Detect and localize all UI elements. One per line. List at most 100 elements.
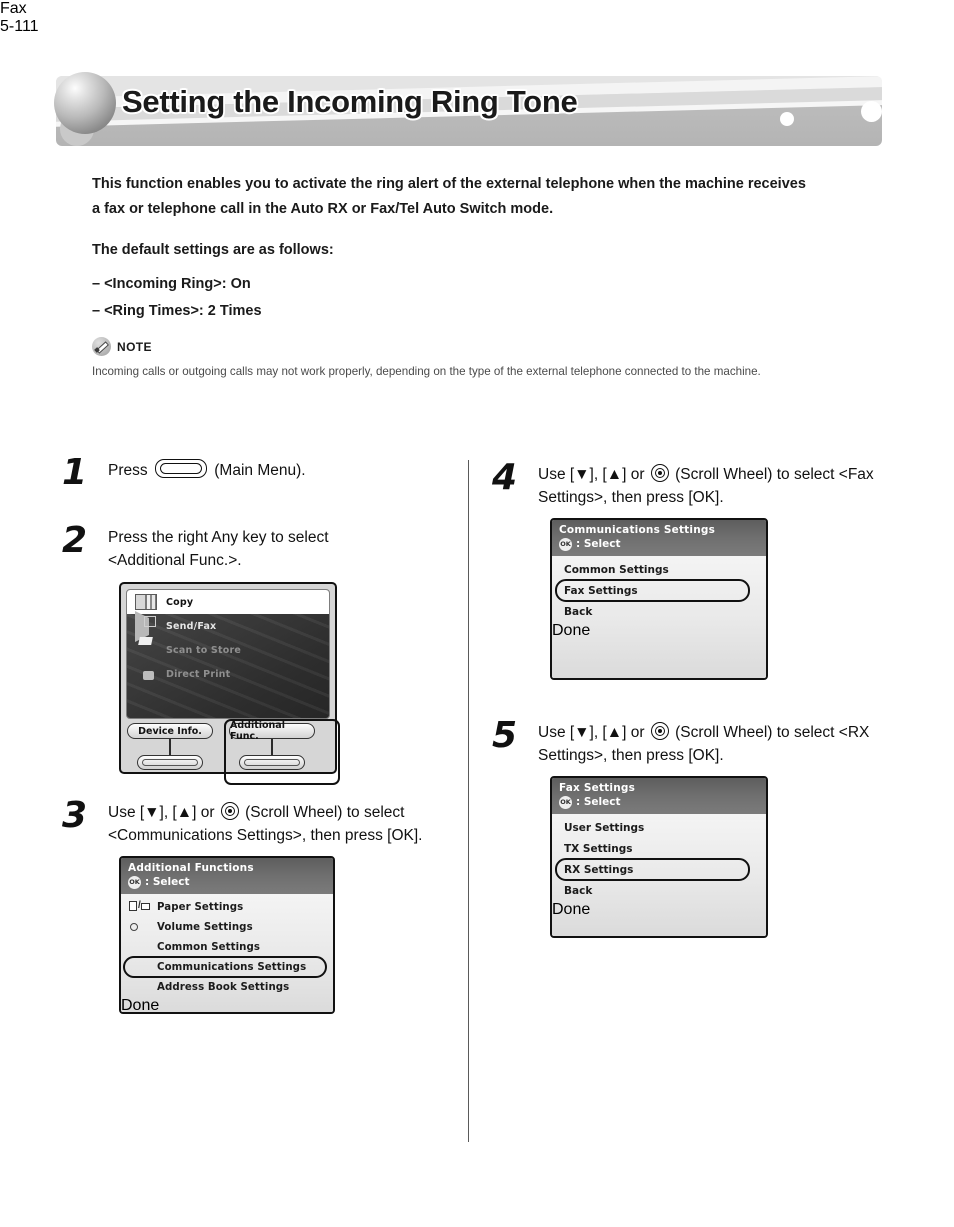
list-item-tx-settings[interactable]: TX Settings [552, 838, 766, 859]
lcd-fax-settings-subtitle: OK : Select [559, 795, 759, 810]
list-item-rx-settings-label: RX Settings [564, 863, 634, 876]
ok-badge-icon: OK [128, 876, 141, 889]
volume-settings-icon [129, 920, 149, 934]
lcd-additional-functions-subtitle-text: : Select [145, 876, 190, 888]
list-item-communications-settings-label: Communications Settings [157, 961, 307, 973]
step-1: 1 Press (Main Menu). [58, 455, 458, 491]
step-3: 3 Use [▼], [▲] or (Scroll Wheel) to sele… [58, 798, 458, 847]
note-label: NOTE [117, 339, 152, 354]
direct-print-icon [135, 666, 157, 683]
step-1-text: Press (Main Menu). [108, 455, 306, 491]
list-item-back-label: Back [564, 605, 593, 618]
note-header: NOTE [92, 337, 812, 356]
menu-row-direct-print[interactable]: Direct Print [127, 662, 329, 686]
ok-badge-icon: OK [559, 538, 572, 551]
step-3-text-before: Use [▼], [▲] or [108, 804, 215, 821]
default-bullet-incoming-ring: – <Incoming Ring>: On [92, 276, 251, 292]
list-item-back[interactable]: Back [552, 880, 766, 901]
lcd-communications-settings-body: Common Settings Fax Settings Back Done [552, 556, 766, 678]
list-item-fax-settings[interactable]: Fax Settings [552, 579, 766, 602]
lcd-fax-settings: Fax Settings OK : Select User Settings T… [550, 776, 768, 938]
page-title: Setting the Incoming Ring Tone [122, 84, 578, 119]
list-item-common-settings[interactable]: Common Settings [121, 937, 333, 957]
step-3-text: Use [▼], [▲] or (Scroll Wheel) to select… [108, 798, 438, 847]
done-button[interactable]: Done [552, 622, 766, 640]
left-column: 1 Press (Main Menu). 2 Press the right A… [58, 455, 458, 1014]
menu-row-scan-to-store[interactable]: Scan to Store [127, 638, 329, 662]
lcd-communications-settings: Communications Settings OK : Select Comm… [550, 518, 768, 680]
list-item-back[interactable]: Back [552, 601, 766, 622]
menu-row-scan-to-store-label: Scan to Store [166, 644, 241, 656]
lcd-communications-settings-subtitle: OK : Select [559, 537, 759, 552]
lcd-main-menu: Copy Send/Fax Scan to Store Direct Print… [119, 582, 340, 785]
intro-spacer [92, 222, 812, 238]
step-5: 5 Use [▼], [▲] or (Scroll Wheel) to sele… [488, 718, 888, 767]
list-item-communications-settings[interactable]: Communications Settings [121, 956, 333, 978]
menu-row-copy[interactable]: Copy [127, 590, 329, 614]
list-item-volume-settings-label: Volume Settings [157, 921, 253, 933]
banner-dot-small-icon [780, 112, 794, 126]
step-5-text-before: Use [▼], [▲] or [538, 724, 645, 741]
paper-settings-icon: / [129, 900, 150, 914]
list-item-tx-settings-label: TX Settings [564, 842, 633, 855]
scan-to-store-icon [135, 642, 157, 659]
page-number: 5-111 [0, 18, 39, 35]
done-button[interactable]: Done [121, 997, 333, 1012]
lcd-fax-settings-title: Fax Settings [559, 782, 636, 794]
side-tab-label: Fax [0, 0, 27, 17]
done-button[interactable]: Done [552, 901, 766, 919]
device-info-button[interactable]: Device Info. [127, 723, 213, 739]
communications-settings-icon [129, 960, 149, 974]
intro-section: This function enables you to activate th… [92, 172, 812, 380]
step-5-text: Use [▼], [▲] or (Scroll Wheel) to select… [538, 718, 883, 767]
list-item-volume-settings[interactable]: Volume Settings [121, 917, 333, 937]
list-item-common-settings-label: Common Settings [157, 941, 261, 953]
list-item-address-book-settings[interactable]: Address Book Settings [121, 977, 333, 997]
step-4: 4 Use [▼], [▲] or (Scroll Wheel) to sele… [488, 460, 888, 509]
note-pencil-icon [92, 337, 111, 356]
copy-icon [135, 594, 157, 610]
step-4-text-before: Use [▼], [▲] or [538, 466, 645, 483]
list-item-address-book-settings-label: Address Book Settings [157, 981, 290, 993]
highlight-callout-additional-func [224, 719, 340, 785]
list-item-paper-settings[interactable]: / Paper Settings [121, 897, 333, 917]
lcd-main-menu-screen: Copy Send/Fax Scan to Store Direct Print [126, 589, 330, 719]
lcd-fax-settings-body: User Settings TX Settings RX Settings Ba… [552, 814, 766, 936]
banner-dot-large-icon [861, 101, 882, 122]
right-column: 4 Use [▼], [▲] or (Scroll Wheel) to sele… [488, 460, 888, 938]
note-body: Incoming calls or outgoing calls may not… [92, 365, 761, 378]
address-book-settings-icon [129, 980, 149, 994]
list-item-paper-settings-label: Paper Settings [157, 901, 244, 913]
defaults-heading: The default settings are as follows: [92, 242, 334, 258]
common-settings-icon [129, 940, 149, 954]
page-header-banner: Setting the Incoming Ring Tone [54, 72, 882, 146]
list-item-common-settings[interactable]: Common Settings [552, 559, 766, 580]
menu-row-send-fax-label: Send/Fax [166, 620, 217, 632]
menu-row-copy-label: Copy [166, 596, 194, 608]
step-1-text-after: (Main Menu). [214, 462, 306, 479]
lcd-additional-functions-subtitle: OK : Select [128, 875, 326, 890]
lcd-communications-settings-subtitle-text: : Select [576, 538, 621, 550]
menu-row-send-fax[interactable]: Send/Fax [127, 610, 329, 642]
lcd-communications-settings-title: Communications Settings [559, 524, 716, 536]
list-item-user-settings[interactable]: User Settings [552, 817, 766, 838]
lcd-additional-functions: Additional Functions OK : Select / Paper… [119, 856, 335, 1014]
step-2-number: 2 [62, 520, 88, 561]
any-key-left[interactable] [137, 755, 203, 770]
intro-paragraph: This function enables you to activate th… [92, 176, 806, 217]
lcd-communications-settings-header: Communications Settings OK : Select [552, 520, 766, 556]
ok-badge-icon: OK [559, 796, 572, 809]
step-2-text: Press the right Any key to select <Addit… [108, 529, 329, 569]
step-5-number: 5 [492, 715, 518, 756]
send-fax-icon [135, 610, 157, 642]
banner-sphere-icon [54, 72, 116, 134]
step-4-text: Use [▼], [▲] or (Scroll Wheel) to select… [538, 460, 883, 509]
list-item-rx-settings[interactable]: RX Settings [552, 858, 766, 881]
step-4-number: 4 [492, 457, 518, 498]
step-2: 2 Press the right Any key to select <Add… [58, 523, 458, 572]
step-1-number: 1 [62, 452, 88, 493]
list-item-back-label: Back [564, 884, 593, 897]
lcd-additional-functions-title: Additional Functions [128, 862, 254, 874]
column-divider [468, 460, 469, 1142]
lcd-fax-settings-header: Fax Settings OK : Select [552, 778, 766, 814]
